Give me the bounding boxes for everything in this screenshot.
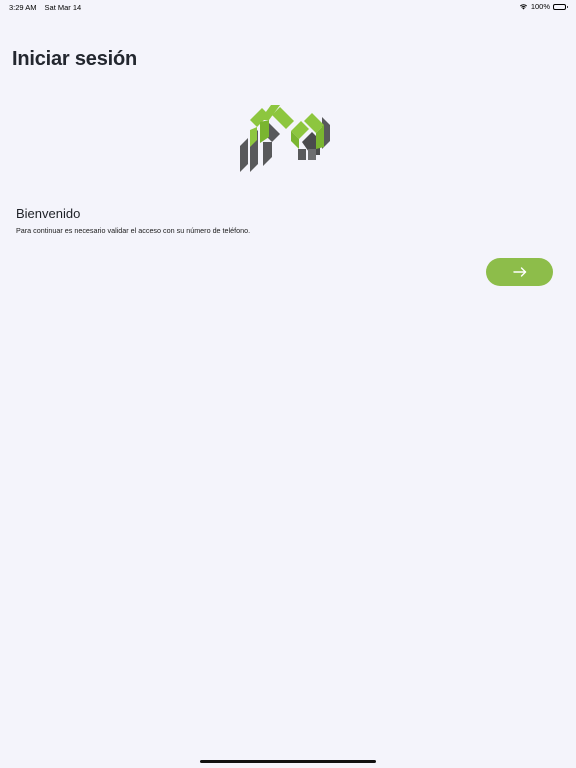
status-left: 3:29 AM Sat Mar 14: [9, 3, 81, 12]
welcome-text: Para continuar es necesario validar el a…: [16, 226, 251, 235]
status-date: Sat Mar 14: [44, 3, 82, 12]
status-right: 100%: [519, 2, 568, 11]
home-indicator[interactable]: [200, 760, 376, 763]
status-time: 3:29 AM: [9, 3, 37, 12]
battery-percentage: 100%: [530, 2, 550, 11]
logo: [236, 103, 342, 173]
page-title: Iniciar sesión: [12, 48, 138, 70]
battery-icon: [553, 3, 568, 10]
arrow-right-icon: [512, 265, 527, 280]
continue-button[interactable]: [486, 258, 553, 286]
status-bar: 3:29 AM Sat Mar 14 100%: [0, 0, 576, 14]
welcome-heading: Bienvenido: [16, 206, 81, 221]
wifi-icon: [519, 3, 528, 10]
